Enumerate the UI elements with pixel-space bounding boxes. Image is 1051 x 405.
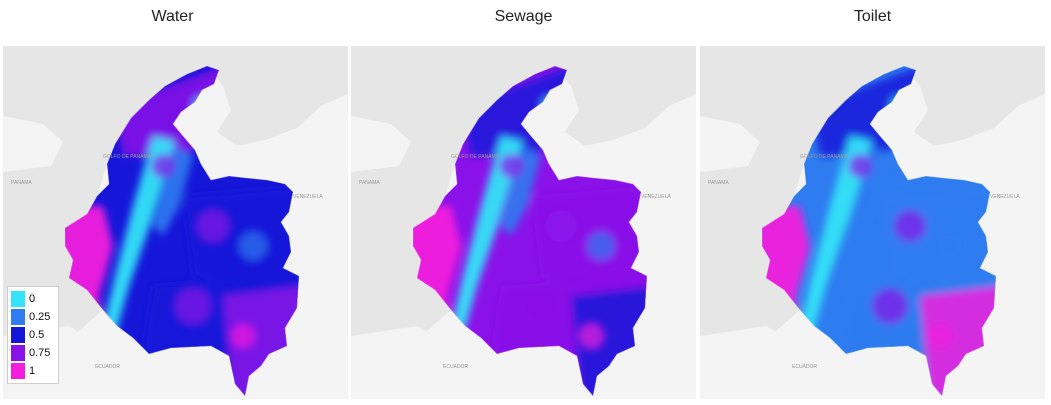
basemap-label-1: GOLFO DE PANAMA — [800, 154, 849, 160]
legend-item-3: 0.75 — [11, 344, 56, 362]
legend-swatch-3 — [11, 345, 25, 361]
legend-label-3: 0.75 — [29, 347, 51, 359]
map-svg: PANAMA GOLFO DE PANAMA VENEZUELA ECUADOR — [351, 46, 696, 399]
panel-title-water: Water — [151, 8, 194, 25]
panel-title-toilet: Toilet — [853, 8, 892, 25]
legend-item-2: 0.5 — [11, 326, 56, 344]
panel-title-sewage: Sewage — [494, 8, 553, 25]
basemap-label-1: GOLFO DE PANAMA — [451, 154, 500, 160]
map-legend: 0 0.25 0.5 0.75 1 — [7, 286, 59, 384]
basemap-label-2: VENEZUELA — [293, 194, 323, 200]
legend-label-4: 1 — [29, 365, 36, 377]
basemap-label-1: GOLFO DE PANAMA — [103, 154, 152, 160]
legend-swatch-1 — [11, 309, 25, 325]
legend-item-1: 0.25 — [11, 308, 56, 326]
legend-item-0: 0 — [11, 290, 56, 308]
map-toilet: PANAMA GOLFO DE PANAMA VENEZUELA ECUADOR — [700, 46, 1045, 399]
basemap-label-0: PANAMA — [708, 180, 729, 186]
basemap-label-3: ECUADOR — [95, 364, 120, 370]
legend-item-4: 1 — [11, 362, 56, 380]
basemap-label-0: PANAMA — [11, 180, 32, 186]
legend-label-2: 0.5 — [29, 329, 45, 341]
basemap-label-2: VENEZUELA — [990, 194, 1020, 200]
legend-swatch-4 — [11, 363, 25, 379]
legend-swatch-0 — [11, 291, 25, 307]
legend-label-1: 0.25 — [29, 311, 51, 323]
basemap-label-0: PANAMA — [359, 180, 380, 186]
basemap-label-3: ECUADOR — [792, 364, 817, 370]
map-sewage: PANAMA GOLFO DE PANAMA VENEZUELA ECUADOR — [351, 46, 696, 399]
basemap-label-2: VENEZUELA — [641, 194, 671, 200]
legend-label-0: 0 — [29, 293, 36, 305]
basemap-label-3: ECUADOR — [443, 364, 468, 370]
legend-swatch-2 — [11, 327, 25, 343]
map-svg: PANAMA GOLFO DE PANAMA VENEZUELA ECUADOR — [700, 46, 1045, 399]
